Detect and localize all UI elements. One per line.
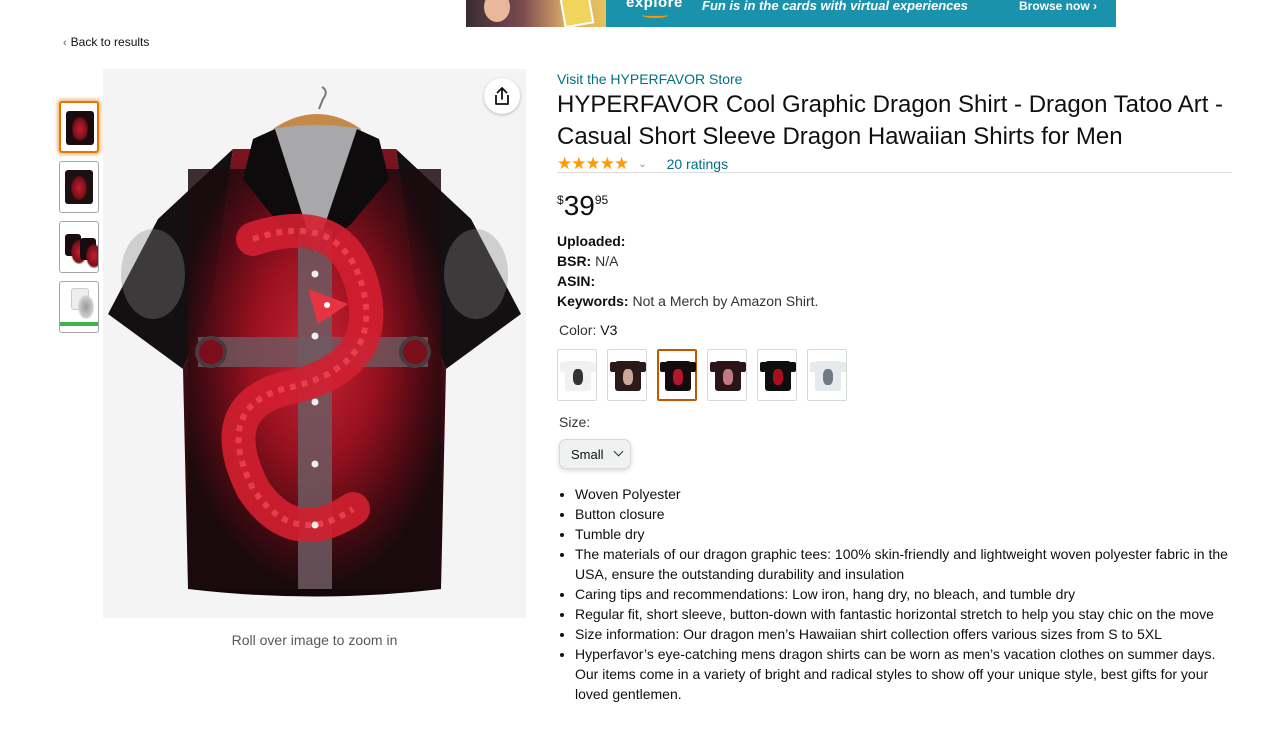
ratings-count-link[interactable]: 20 ratings [667, 156, 728, 172]
chevron-down-icon[interactable]: ⌄ [638, 159, 646, 170]
feature-bullet: Woven Polyester [575, 484, 1237, 504]
chevron-down-icon [613, 446, 624, 457]
shirt-back-thumbnail-image [65, 170, 93, 204]
size-chart-thumbnail-image [71, 288, 94, 319]
dragon-shirt-image [108, 86, 521, 597]
feature-bullet: Regular fit, short sleeve, button-down w… [575, 604, 1237, 624]
uploaded-label: Uploaded: [557, 233, 626, 249]
banner-smile-icon [642, 12, 668, 18]
shirt-thumbnail-image [66, 111, 94, 145]
product-title: HYPERFAVOR Cool Graphic Dragon Shirt - D… [557, 91, 1224, 150]
swatch-shirt-image [810, 361, 846, 391]
color-swatch[interactable] [807, 349, 847, 401]
swatch-shirt-image [610, 361, 646, 391]
keywords-value: Not a Merch by Amazon Shirt. [632, 293, 819, 309]
bsr-value: N/A [595, 253, 619, 269]
feature-bullet: Tumble dry [575, 524, 1237, 544]
thumbnail-3[interactable] [59, 221, 99, 273]
store-link[interactable]: Visit the HYPERFAVOR Store [557, 71, 742, 87]
color-swatches [557, 349, 847, 401]
share-icon [495, 87, 509, 105]
thumbnail-1[interactable] [59, 101, 99, 153]
asin-label: ASIN: [557, 273, 596, 289]
uploaded-row: Uploaded: [557, 233, 625, 249]
thumbnail-2[interactable] [59, 161, 99, 213]
bsr-label: BSR: [557, 253, 592, 269]
divider [557, 172, 1232, 173]
swatch-shirt-image [760, 361, 796, 391]
ad-banner[interactable]: explore Fun is in the cards with virtual… [466, 0, 1116, 27]
color-swatch[interactable] [707, 349, 747, 401]
size-chart-bar [60, 322, 98, 326]
feature-bullet: Size information: Our dragon men’s Hawai… [575, 624, 1237, 644]
feature-bullets: Woven PolyesterButton closureTumble dryT… [575, 484, 1237, 704]
color-swatch[interactable] [657, 349, 697, 401]
price-symbol: $ [557, 193, 564, 207]
zoom-hint: Roll over image to zoom in [231, 632, 398, 648]
back-to-results-label: Back to results [70, 35, 150, 49]
size-label: Size: [559, 414, 591, 430]
shirt-pair-thumbnail-image-b [80, 238, 98, 268]
banner-logo: explore [626, 0, 683, 11]
back-to-results-link[interactable]: ‹ Back to results [63, 35, 149, 49]
color-swatch[interactable] [607, 349, 647, 401]
banner-card-image [559, 0, 595, 27]
color-swatch[interactable] [557, 349, 597, 401]
feature-bullet: Hyperfavor’s eye-catching mens dragon sh… [575, 644, 1237, 704]
size-value: Small [571, 446, 604, 462]
price-whole: 39 [563, 190, 595, 221]
color-swatch[interactable] [757, 349, 797, 401]
rating-row: ★★★★★ ⌄ 20 ratings [557, 154, 728, 174]
star-rating-icon[interactable]: ★★★★★ [557, 154, 629, 174]
keywords-row: Keywords: Not a Merch by Amazon Shirt. [557, 293, 818, 309]
color-label: Color: V3 [559, 322, 617, 338]
asin-row: ASIN: [557, 273, 595, 289]
feature-bullet: Caring tips and recommendations: Low iro… [575, 584, 1237, 604]
shirt-pair-thumbnail-image-a [65, 234, 87, 264]
thumbnail-4[interactable] [59, 281, 99, 333]
color-label-text: Color: [559, 322, 597, 338]
keywords-label: Keywords: [557, 293, 629, 309]
price: $3995 [557, 190, 608, 222]
size-dropdown[interactable]: Small [559, 439, 631, 469]
price-fraction: 95 [594, 193, 609, 207]
main-product-image[interactable] [103, 69, 526, 618]
color-value: V3 [600, 322, 618, 338]
banner-cta-link[interactable]: Browse now › [1019, 0, 1097, 13]
swatch-shirt-image [710, 361, 746, 391]
swatch-shirt-image [560, 361, 596, 391]
chevron-left-icon: ‹ [63, 37, 67, 49]
feature-bullet: Button closure [575, 504, 1237, 524]
bsr-row: BSR: N/A [557, 253, 618, 269]
feature-bullet: The materials of our dragon graphic tees… [575, 544, 1237, 584]
banner-headline: Fun is in the cards with virtual experie… [702, 0, 968, 13]
share-button[interactable] [484, 78, 520, 114]
swatch-shirt-image [660, 361, 696, 391]
